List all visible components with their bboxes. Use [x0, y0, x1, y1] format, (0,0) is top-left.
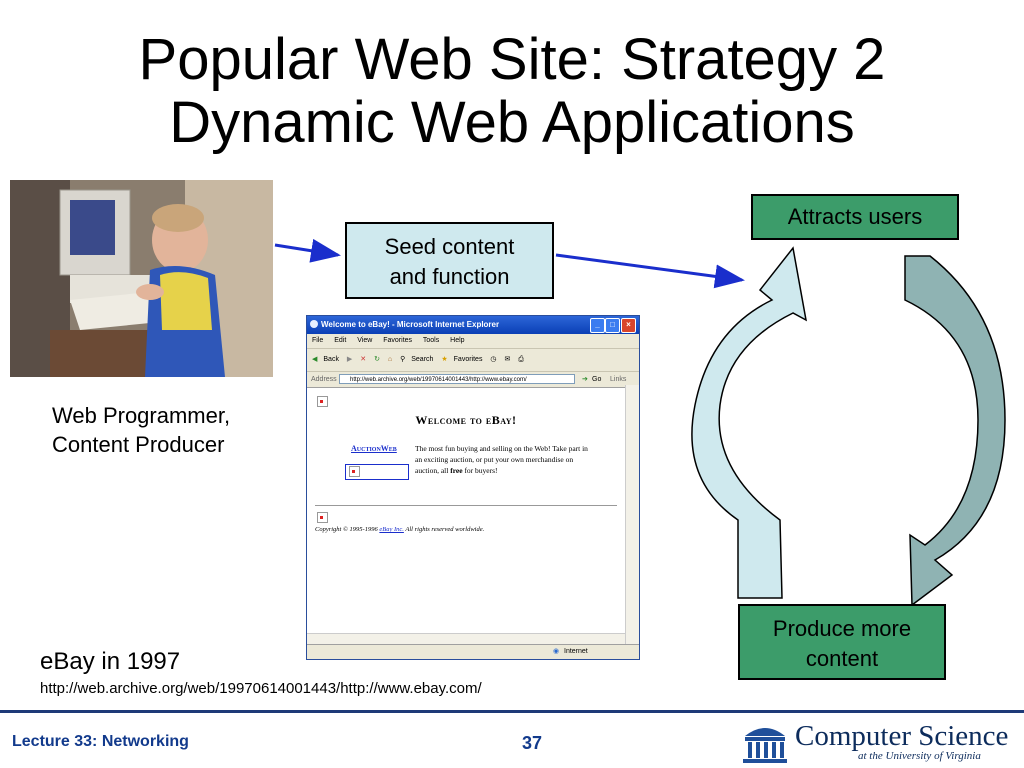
broken-image-icon	[349, 466, 360, 477]
browser-statusbar: ◉ Internet	[307, 644, 639, 659]
go-icon[interactable]: ➔	[582, 372, 588, 387]
back-button[interactable]: Back	[323, 356, 339, 363]
menu-help[interactable]: Help	[450, 337, 464, 344]
favorites-icon[interactable]: ★	[441, 356, 447, 363]
logo-wordmark: Computer Science	[795, 720, 1009, 752]
stop-icon[interactable]: ✕	[360, 356, 366, 363]
description-bold: free	[450, 466, 463, 475]
browser-page-content: Welcome to eBay! AuctionWeb The most fun…	[307, 388, 639, 644]
menu-file[interactable]: File	[312, 337, 323, 344]
seed-line-2: and function	[389, 264, 510, 289]
go-button[interactable]: Go	[592, 372, 601, 387]
description-text: The most fun buying and selling on the W…	[415, 444, 588, 475]
broken-image-icon	[317, 396, 328, 407]
footer-lecture: Lecture 33: Networking	[12, 733, 189, 750]
footer-divider	[0, 710, 1024, 713]
description-text-end: for buyers!	[462, 466, 498, 475]
menu-view[interactable]: View	[357, 337, 372, 344]
menu-edit[interactable]: Edit	[334, 337, 346, 344]
maximize-icon[interactable]: □	[605, 318, 620, 333]
ebay-heading: Welcome to eBay!	[415, 413, 517, 427]
cycle-arrow-down	[904, 255, 1006, 607]
links-button[interactable]: Links	[610, 372, 626, 387]
photo-to-seed-connector	[274, 238, 341, 263]
attracts-label: Attracts users	[787, 204, 923, 229]
copyright-line: Copyright © 1995-1996 eBay Inc. All righ…	[315, 526, 484, 533]
content-divider	[315, 505, 617, 506]
copyright-suffix: All rights reserved worldwide.	[403, 526, 485, 533]
close-icon[interactable]: ×	[621, 318, 636, 333]
seed-to-cycle-connector	[555, 253, 745, 289]
cycle-arrow-up	[691, 246, 808, 599]
search-icon[interactable]: ⚲	[400, 356, 405, 363]
back-icon[interactable]: ◀	[312, 356, 317, 363]
forward-icon[interactable]: ▶	[347, 356, 352, 363]
auctionweb-image-frame[interactable]	[345, 464, 409, 480]
browser-menubar: File Edit View Favorites Tools Help	[307, 334, 639, 349]
rotunda-logo-icon	[743, 728, 787, 763]
produce-content-box: Produce more content	[738, 604, 946, 680]
browser-titlebar: Welcome to eBay! - Microsoft Internet Ex…	[307, 316, 639, 334]
window-title: Welcome to eBay! - Microsoft Internet Ex…	[321, 320, 500, 329]
seed-line-1: Seed content	[384, 234, 515, 259]
ebay-description: The most fun buying and selling on the W…	[415, 443, 595, 476]
attracts-users-box: Attracts users	[751, 194, 959, 240]
produce-line-2: content	[805, 646, 879, 671]
seed-content-box: Seed content and function	[345, 222, 554, 299]
history-icon[interactable]: ◷	[490, 356, 496, 363]
print-icon[interactable]: ⎙	[518, 356, 524, 363]
broken-image-icon	[317, 512, 328, 523]
produce-line-1: Produce more	[772, 616, 912, 641]
favorites-button[interactable]: Favorites	[454, 356, 483, 363]
browser-addressbar: Address http://web.archive.org/web/19970…	[307, 372, 639, 388]
search-button[interactable]: Search	[411, 356, 433, 363]
menu-tools[interactable]: Tools	[423, 337, 439, 344]
page-number: 37	[522, 733, 543, 753]
ebay-archive-url: http://web.archive.org/web/1997061400144…	[40, 680, 482, 697]
address-input[interactable]: http://web.archive.org/web/1997061400144…	[339, 374, 575, 384]
menu-favorites[interactable]: Favorites	[383, 337, 412, 344]
mail-icon[interactable]: ✉	[504, 356, 510, 363]
globe-icon: ◉	[553, 648, 560, 655]
copyright-prefix: Copyright © 1995-1996	[315, 526, 380, 533]
ebay-year-label: eBay in 1997	[40, 648, 181, 675]
ebay-inc-link[interactable]: eBay Inc.	[379, 526, 404, 533]
logo-subtitle: at the University of Virginia	[858, 750, 981, 762]
home-icon[interactable]: ⌂	[388, 356, 392, 363]
ie-icon	[310, 320, 318, 328]
status-zone: Internet	[564, 648, 588, 655]
refresh-icon[interactable]: ↻	[374, 356, 380, 363]
auctionweb-link[interactable]: AuctionWeb	[351, 444, 397, 453]
address-label: Address	[311, 376, 337, 383]
vertical-scrollbar[interactable]	[625, 385, 639, 644]
ebay-browser-window: Welcome to eBay! - Microsoft Internet Ex…	[306, 315, 640, 660]
minimize-icon[interactable]: _	[590, 318, 605, 333]
browser-toolbar: ◀ Back ▶ ✕ ↻ ⌂ ⚲ Search ★ Favorites ◷ ✉ ⎙	[307, 349, 639, 372]
